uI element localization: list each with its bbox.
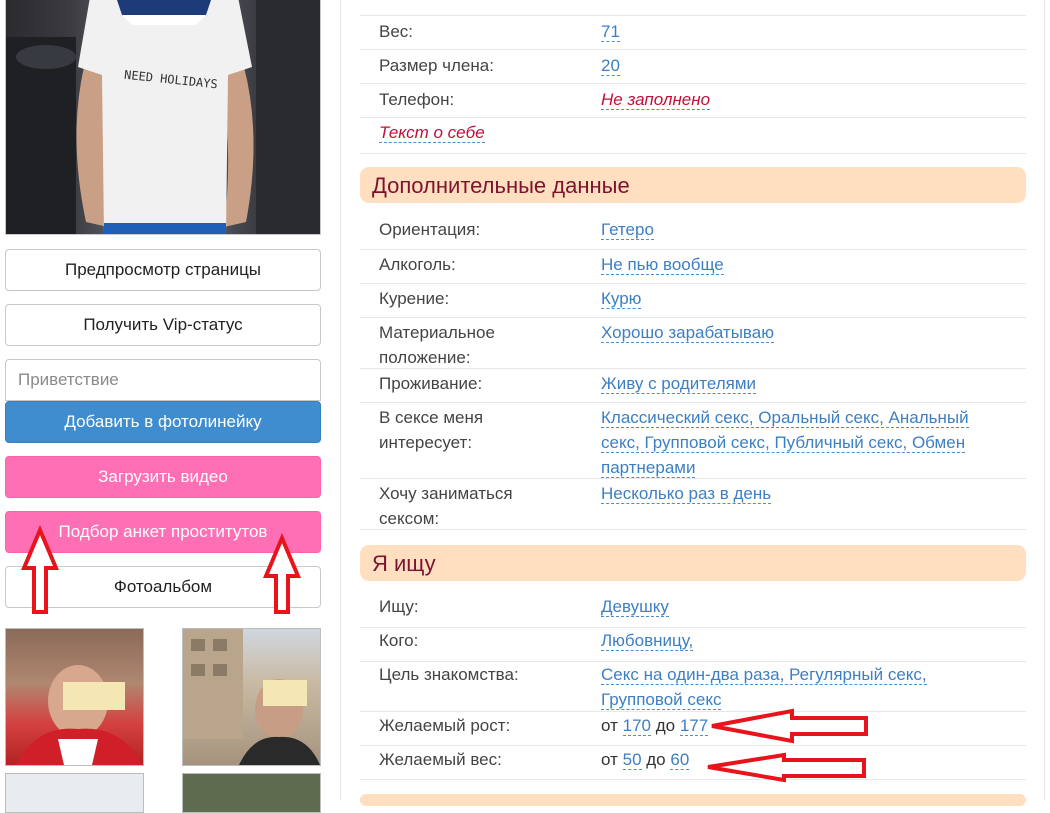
extra-row-value[interactable]: Несколько раз в день xyxy=(601,484,772,504)
greeting-input[interactable] xyxy=(5,359,321,401)
photo-thumbnail[interactable] xyxy=(182,628,321,766)
phone-value-link[interactable]: Не заполнено xyxy=(601,90,711,110)
to-text: до xyxy=(655,716,676,735)
section-header-next xyxy=(360,794,1026,806)
preview-page-label: Предпросмотр страницы xyxy=(64,260,262,279)
weight-max-link[interactable]: 60 xyxy=(670,750,690,770)
section-header-extra: Дополнительные данные xyxy=(360,167,1026,203)
size-label: Размер члена: xyxy=(379,56,494,75)
escort-search-button[interactable]: Подбор анкет проститутов xyxy=(5,511,321,553)
weight-label: Вес: xyxy=(379,22,414,41)
seeking-row: Цель знакомства: Секс на один-два раза, … xyxy=(360,662,1026,712)
extra-row: Проживание: Живу с родителями xyxy=(360,369,1026,403)
desired-weight-label: Желаемый вес: xyxy=(379,750,502,769)
seeking-row-label: Ищу: xyxy=(379,597,419,616)
profile-photo-image: NEED HOLIDAYS xyxy=(6,0,320,234)
extra-row-value[interactable]: Курю xyxy=(601,289,642,309)
from-text: от xyxy=(601,716,618,735)
get-vip-label: Получить Vip-статус xyxy=(83,315,243,334)
extra-row: В сексе меня интересует: Классический се… xyxy=(360,403,1026,479)
extra-row: Алкоголь: Не пью вообще xyxy=(360,250,1026,284)
extra-row-value[interactable]: Не пью вообще xyxy=(601,255,724,275)
left-column: NEED HOLIDAYS Предпросмотр страницы Полу… xyxy=(0,0,328,813)
face-blur xyxy=(263,680,307,706)
extra-row-label: Курение: xyxy=(379,289,450,308)
extra-row: Хочу заниматься сексом: Несколько раз в … xyxy=(360,479,1026,530)
photo-album-label: Фотоальбом xyxy=(113,577,213,596)
extra-row: Ориентация: Гетеро xyxy=(360,214,1026,250)
height-max-link[interactable]: 177 xyxy=(679,716,709,736)
add-photoline-button[interactable]: Добавить в фотолинейку xyxy=(5,401,321,443)
about-text-link[interactable]: Текст о себе xyxy=(379,123,485,143)
extra-row-label: Алкоголь: xyxy=(379,255,456,274)
photo-thumbnail[interactable] xyxy=(182,773,321,813)
extra-row-value[interactable]: Хорошо зарабатываю xyxy=(601,323,774,343)
extra-row-label: Материальное положение: xyxy=(379,323,495,367)
from-text: от xyxy=(601,750,618,769)
photo-album-button[interactable]: Фотоальбом xyxy=(5,566,321,608)
column-divider xyxy=(340,0,341,800)
face-blur xyxy=(63,682,125,710)
seeking-row-label: Цель знакомства: xyxy=(379,665,519,684)
weight-value-link[interactable]: 71 xyxy=(601,22,620,42)
upload-video-button[interactable]: Загрузить видео xyxy=(5,456,321,498)
seeking-row: Ищу: Девушку xyxy=(360,592,1026,628)
section-header-seeking: Я ищу xyxy=(360,545,1026,581)
profile-row-about: Текст о себе xyxy=(360,118,1026,154)
photo-thumbnail[interactable] xyxy=(5,628,144,766)
seeking-weight-row: Желаемый вес: от 50 до 60 xyxy=(360,746,1026,780)
extra-row-label: Проживание: xyxy=(379,374,483,393)
desired-height-label: Желаемый рост: xyxy=(379,716,511,735)
photo-thumbnail[interactable] xyxy=(5,773,144,813)
extra-row-value[interactable]: Классический секс, Оральный секс, Анальн… xyxy=(601,408,969,478)
extra-row-value[interactable]: Живу с родителями xyxy=(601,374,757,394)
seeking-row-value[interactable]: Девушку xyxy=(601,597,669,617)
profile-row-height xyxy=(360,0,1026,16)
phone-label: Телефон: xyxy=(379,90,455,109)
size-value-link[interactable]: 20 xyxy=(601,56,620,76)
extra-row: Курение: Курю xyxy=(360,284,1026,318)
seeking-row: Кого: Любовницу, xyxy=(360,628,1026,662)
preview-page-button[interactable]: Предпросмотр страницы xyxy=(5,249,321,291)
to-text: до xyxy=(646,750,666,769)
profile-row-size: Размер члена: 20 xyxy=(360,50,1026,84)
seeking-row-value[interactable]: Любовницу, xyxy=(601,631,694,651)
profile-row-phone: Телефон: Не заполнено xyxy=(360,84,1026,118)
upload-video-label: Загрузить видео xyxy=(98,467,228,486)
escort-search-label: Подбор анкет проститутов xyxy=(58,522,268,541)
profile-photo[interactable]: NEED HOLIDAYS xyxy=(5,0,321,235)
page-border xyxy=(1044,0,1045,800)
weight-min-link[interactable]: 50 xyxy=(622,750,642,770)
extra-row-label: Ориентация: xyxy=(379,220,481,239)
extra-row-label: Хочу заниматься сексом: xyxy=(379,484,513,528)
profile-row-weight: Вес: 71 xyxy=(360,16,1026,50)
seeking-row-value[interactable]: Секс на один-два раза, Регулярный секс, … xyxy=(601,665,927,710)
seeking-height-row: Желаемый рост: от 170 до 177 xyxy=(360,712,1026,746)
extra-row-value[interactable]: Гетеро xyxy=(601,220,654,240)
get-vip-button[interactable]: Получить Vip-статус xyxy=(5,304,321,346)
add-photoline-label: Добавить в фотолинейку xyxy=(64,412,262,431)
seeking-row-label: Кого: xyxy=(379,631,419,650)
extra-row: Материальное положение: Хорошо зарабатыв… xyxy=(360,318,1026,369)
height-min-link[interactable]: 170 xyxy=(622,716,651,736)
profile-details: Вес: 71 Размер члена: 20 Телефон: Не зап… xyxy=(360,0,1026,806)
extra-row-label: В сексе меня интересует: xyxy=(379,408,484,452)
